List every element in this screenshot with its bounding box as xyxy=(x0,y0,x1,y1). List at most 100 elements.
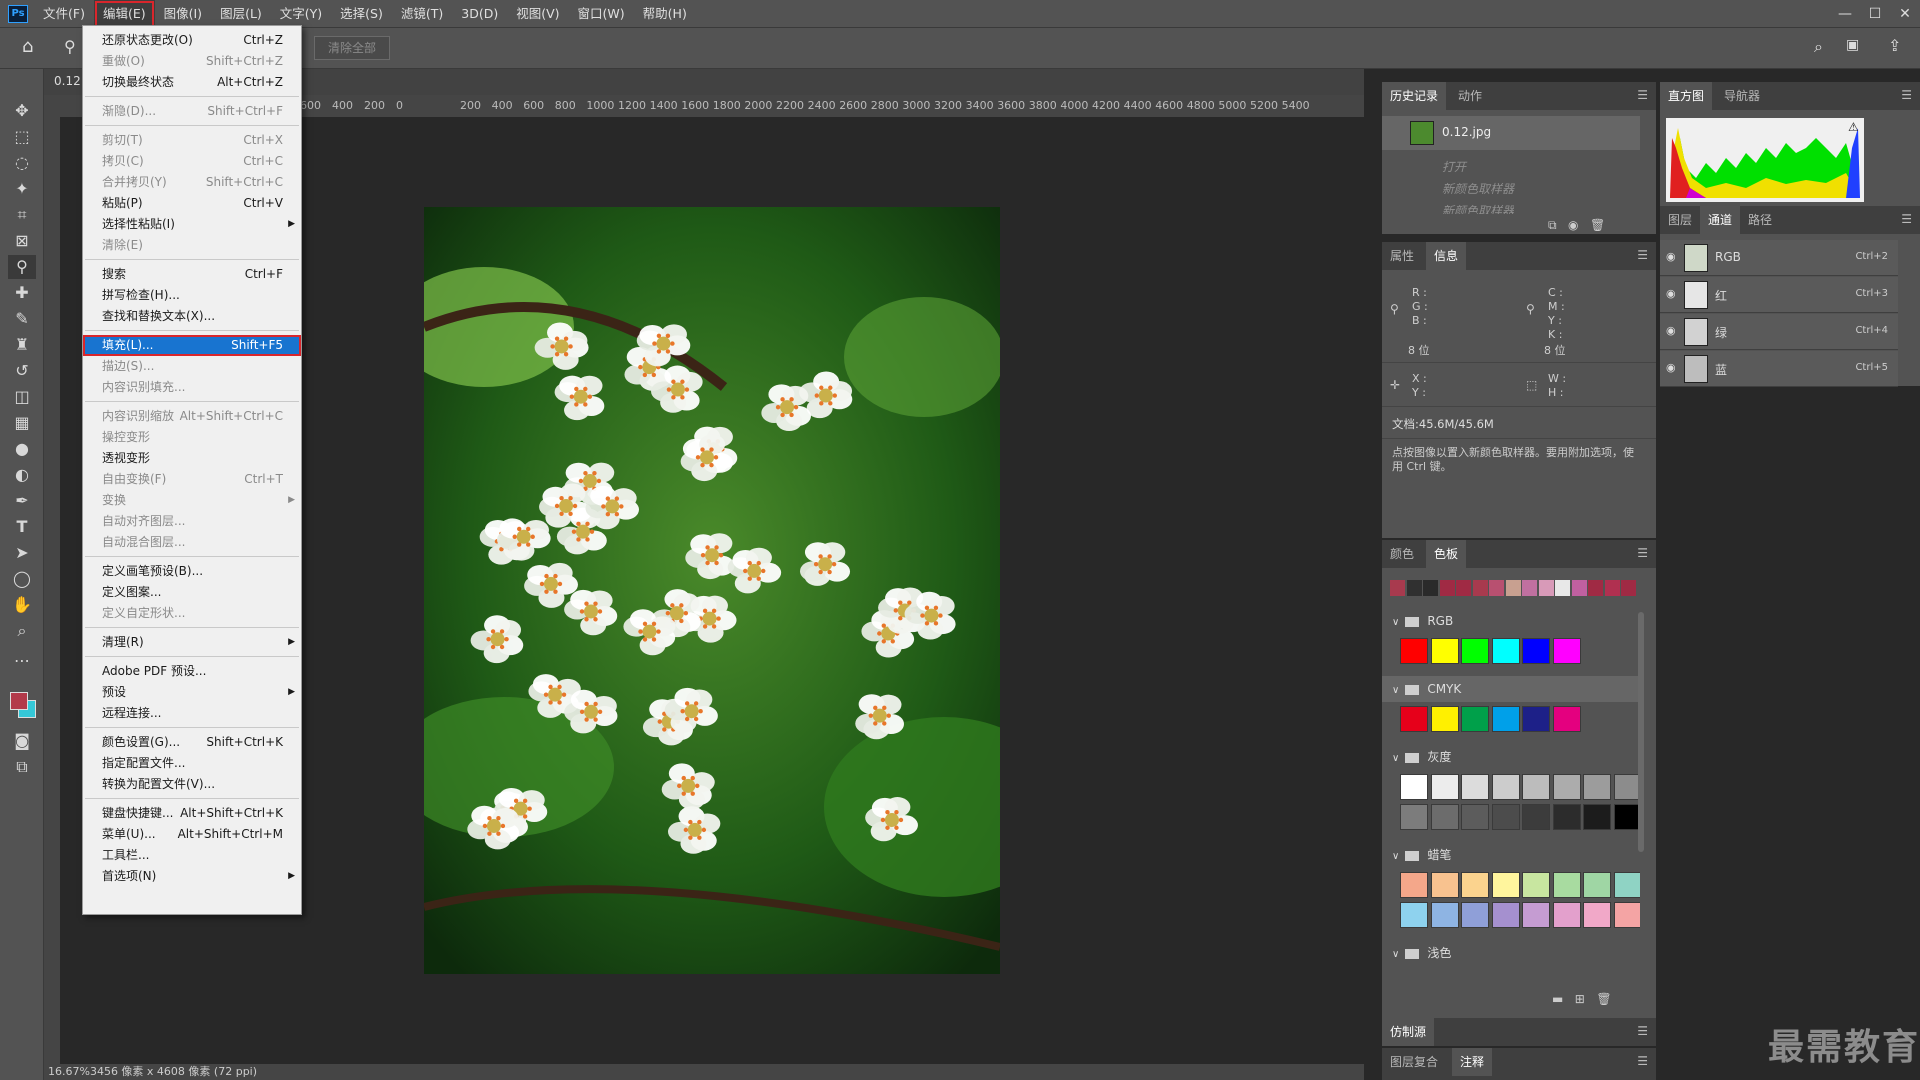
share-icon[interactable]: ⇪ xyxy=(1888,36,1901,55)
trash-icon[interactable]: 🗑 xyxy=(1596,992,1611,1006)
recent-swatch[interactable] xyxy=(1456,580,1471,596)
color-swatch[interactable] xyxy=(1552,638,1581,664)
eye-icon[interactable]: ◉ xyxy=(1666,287,1676,300)
recent-swatch[interactable] xyxy=(1505,580,1521,596)
edit-menu-item[interactable]: 工具栏... xyxy=(83,845,301,866)
tab-properties[interactable]: 属性 xyxy=(1382,242,1422,270)
history-brush-tool-icon[interactable]: ↺ xyxy=(8,359,36,383)
screen-mode-icon[interactable]: ⧉ xyxy=(8,755,36,779)
channel-row[interactable]: ◉ 蓝 Ctrl+5 xyxy=(1660,351,1898,387)
color-swatch[interactable] xyxy=(1461,902,1489,928)
history-state[interactable]: 新颜色取样器 xyxy=(1442,202,1514,214)
edit-menu-item[interactable]: 定义画笔预设(B)... xyxy=(83,561,301,582)
tab-swatches[interactable]: 色板 xyxy=(1426,540,1467,568)
swatch-group-header[interactable]: ∨ 浅色 xyxy=(1382,940,1640,966)
swatch-group-header[interactable]: ∨ CMYK xyxy=(1382,676,1640,702)
chevron-down-icon[interactable]: ∨ xyxy=(1392,949,1399,960)
maximize-icon[interactable]: ☐ xyxy=(1860,6,1890,22)
color-swatch[interactable] xyxy=(1461,872,1489,898)
quick-mask-icon[interactable]: ◙ xyxy=(8,729,36,753)
move-tool-icon[interactable]: ✥ xyxy=(8,99,36,123)
tab-notes[interactable]: 注释 xyxy=(1452,1048,1493,1076)
recent-swatch[interactable] xyxy=(1555,580,1570,596)
color-swatch[interactable] xyxy=(1400,706,1428,732)
path-selection-tool-icon[interactable]: ➤ xyxy=(8,541,36,565)
edit-menu-item[interactable]: 填充(L)... Shift+F5 xyxy=(83,335,301,356)
edit-menu-item[interactable]: 键盘快捷键... Alt+Shift+Ctrl+K xyxy=(83,803,301,824)
chevron-down-icon[interactable]: ∨ xyxy=(1392,617,1399,628)
menu-3[interactable]: 图像(I) xyxy=(155,0,211,28)
swatches-scrollbar[interactable] xyxy=(1638,612,1644,852)
edit-menu-item[interactable]: 切换最终状态 Alt+Ctrl+Z xyxy=(83,72,301,93)
edit-menu-item[interactable]: 透视变形 xyxy=(83,448,301,469)
menu-11[interactable]: 帮助(H) xyxy=(634,0,696,28)
brush-tool-icon[interactable]: ✎ xyxy=(8,307,36,331)
panel-menu-icon[interactable]: ☰ xyxy=(1637,546,1648,560)
chevron-down-icon[interactable]: ∨ xyxy=(1392,685,1399,696)
clear-all-button[interactable]: 清除全部 xyxy=(314,36,390,60)
recent-swatch[interactable] xyxy=(1621,580,1636,596)
recent-swatch[interactable] xyxy=(1439,580,1455,596)
gradient-tool-icon[interactable]: ▦ xyxy=(8,411,36,435)
edit-menu-item[interactable]: 还原状态更改(O) Ctrl+Z xyxy=(83,30,301,51)
color-swatch[interactable] xyxy=(1430,774,1459,800)
menu-4[interactable]: 图层(L) xyxy=(211,0,271,28)
eraser-tool-icon[interactable]: ◫ xyxy=(8,385,36,409)
pen-tool-icon[interactable]: ✒ xyxy=(8,489,36,513)
tab-histogram[interactable]: 直方图 xyxy=(1660,82,1713,110)
color-swatch[interactable] xyxy=(1400,774,1428,800)
swatch-group-header[interactable]: ∨ 灰度 xyxy=(1382,744,1640,770)
color-swatch[interactable] xyxy=(1522,638,1550,664)
color-swatch[interactable] xyxy=(1552,706,1581,732)
trash-icon[interactable]: 🗑 xyxy=(1590,218,1605,232)
type-tool-icon[interactable]: T xyxy=(8,515,36,539)
swatch-group-header[interactable]: ∨ RGB xyxy=(1382,608,1640,634)
recent-swatch[interactable] xyxy=(1472,580,1488,596)
color-swatch[interactable] xyxy=(1522,774,1550,800)
recent-swatch[interactable] xyxy=(1588,580,1603,596)
edit-menu-item[interactable]: 查找和替换文本(X)... xyxy=(83,306,301,327)
crop-tool-icon[interactable]: ⌗ xyxy=(8,203,36,227)
menu-2[interactable]: 编辑(E) xyxy=(93,0,155,28)
edit-menu-item[interactable]: 搜索 Ctrl+F xyxy=(83,264,301,285)
color-swatch[interactable] xyxy=(1522,902,1550,928)
menu-7[interactable]: 滤镜(T) xyxy=(392,0,452,28)
color-swatch[interactable] xyxy=(1430,638,1459,664)
menu-8[interactable]: 3D(D) xyxy=(452,0,507,28)
magic-wand-tool-icon[interactable]: ✦ xyxy=(8,177,36,201)
channel-row[interactable]: ◉ 红 Ctrl+3 xyxy=(1660,277,1898,313)
search-icon[interactable]: ⌕ xyxy=(1814,37,1823,57)
color-swatch[interactable] xyxy=(1461,638,1489,664)
color-swatch[interactable] xyxy=(1400,804,1428,830)
marquee-tool-icon[interactable]: ⬚ xyxy=(8,125,36,149)
swatch-group-header[interactable]: ∨ 蜡笔 xyxy=(1382,842,1640,868)
healing-brush-tool-icon[interactable]: ✚ xyxy=(8,281,36,305)
foreground-color-swatch[interactable] xyxy=(10,692,28,710)
color-swatch[interactable] xyxy=(1430,706,1459,732)
panel-menu-icon[interactable]: ☰ xyxy=(1637,1054,1648,1068)
new-document-icon[interactable]: ⧉ xyxy=(1548,218,1557,232)
recent-swatch[interactable] xyxy=(1522,580,1537,596)
blur-tool-icon[interactable]: ● xyxy=(8,437,36,461)
color-swatch[interactable] xyxy=(1552,872,1581,898)
color-swatch[interactable] xyxy=(1522,706,1550,732)
tab-history[interactable]: 历史记录 xyxy=(1382,82,1447,110)
color-swatch[interactable] xyxy=(1522,872,1550,898)
color-swatch[interactable] xyxy=(1613,804,1640,830)
close-icon[interactable]: ✕ xyxy=(1890,6,1920,22)
color-swatch[interactable] xyxy=(1461,804,1489,830)
color-sampler-tool-icon[interactable]: ⚲ xyxy=(64,37,76,56)
history-snapshot-row[interactable]: 0.12.jpg xyxy=(1382,116,1640,150)
color-swatch[interactable] xyxy=(1461,706,1489,732)
panel-menu-icon[interactable]: ☰ xyxy=(1637,1024,1648,1038)
color-swatch[interactable] xyxy=(1491,706,1520,732)
color-swatch[interactable] xyxy=(1613,872,1640,898)
tab-color[interactable]: 颜色 xyxy=(1382,540,1422,568)
color-swatch[interactable] xyxy=(1491,638,1520,664)
minimize-icon[interactable]: — xyxy=(1830,6,1860,22)
color-swatch[interactable] xyxy=(1491,902,1520,928)
color-swatch[interactable] xyxy=(1400,872,1428,898)
chevron-down-icon[interactable]: ∨ xyxy=(1392,851,1399,862)
edit-menu-item[interactable]: 菜单(U)... Alt+Shift+Ctrl+M xyxy=(83,824,301,845)
color-swatch[interactable] xyxy=(1491,774,1520,800)
